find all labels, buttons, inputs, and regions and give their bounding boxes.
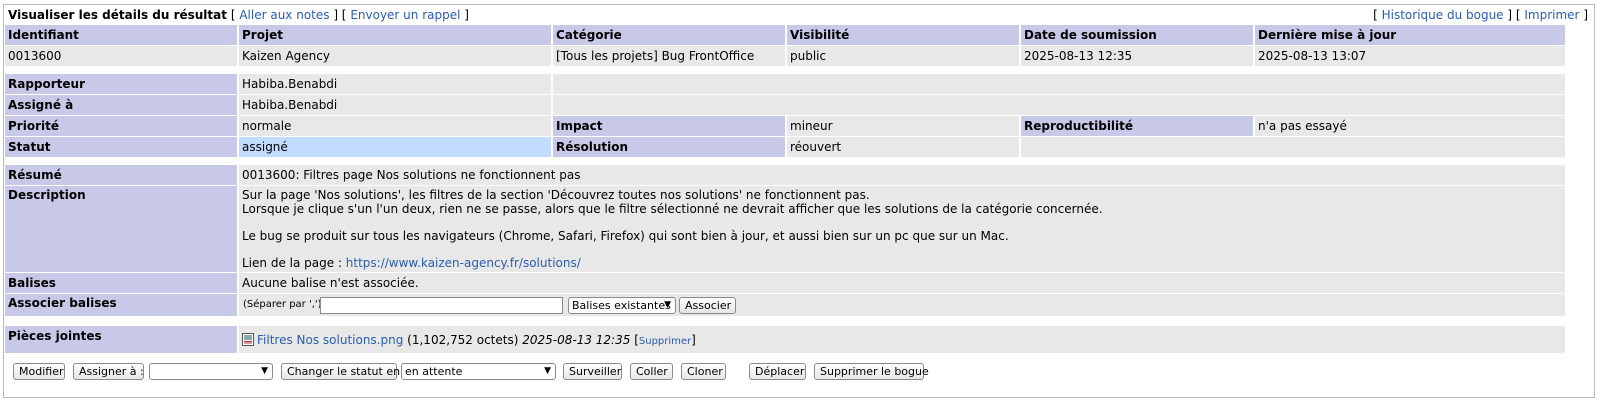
attachment-item: Filtres Nos solutions.png (1,102,752 oct… [239, 326, 1565, 353]
reproducibility-label: Reproductibilité [1021, 116, 1253, 136]
attachment-link[interactable]: Filtres Nos solutions.png [257, 333, 403, 347]
chevron-down-icon: ▼ [261, 366, 268, 376]
stick-button[interactable]: Coller [630, 363, 673, 380]
summary-label: Résumé [5, 165, 237, 185]
col-header-updated: Dernière mise à jour [1255, 25, 1565, 45]
priority-value: normale [239, 116, 551, 136]
page-title: Visualiser les détails du résultat [8, 8, 227, 22]
attachment-size: (1,102,752 octets) [407, 333, 519, 347]
attachment-date: 2025-08-13 12:35 [522, 333, 631, 347]
tags-value: Aucune balise n'est associée. [239, 273, 1565, 293]
assigned-label: Assigné à [5, 95, 237, 115]
chevron-down-icon: ▼ [544, 366, 551, 376]
link-prefix: Lien de la page : [242, 255, 346, 270]
reporter-label: Rapporteur [5, 74, 237, 94]
col-header-visibility: Visibilité [787, 25, 1019, 45]
status-select[interactable]: en attente ▼ [401, 363, 556, 380]
tags-label: Balises [5, 273, 237, 293]
summary-values-row: 0013600 Kaizen Agency [Tous les projets]… [5, 46, 1595, 66]
edit-button[interactable]: Modifier [13, 363, 65, 380]
status-filler [1021, 137, 1565, 157]
chevron-down-icon: ▼ [664, 300, 671, 310]
description-row: Description Sur la page 'Nos solutions',… [5, 186, 1595, 272]
print-link[interactable]: Imprimer [1524, 8, 1579, 22]
separator-hint: (Séparer par ',') [243, 299, 322, 310]
summary-row: Résumé 0013600: Filtres page Nos solutio… [5, 165, 1595, 185]
description-line: Lorsque je clique s'un l'un deux, rien n… [242, 201, 1103, 216]
description-line: Le bug se produit sur tous les navigateu… [242, 228, 1009, 243]
assigned-row: Assigné à Habiba.Benabdi [5, 95, 1595, 115]
attachments-label: Pièces jointes [5, 326, 237, 353]
description-link-line: Lien de la page : https://www.kaizen-age… [242, 255, 1565, 271]
issue-visibility: public [787, 46, 1019, 66]
associate-tags-row: Associer balises (Séparer par ',') Balis… [5, 294, 1595, 316]
associate-tags-area: (Séparer par ',') Balises existantes ▼ As… [239, 294, 1565, 316]
delete-bug-button[interactable]: Supprimer le bogue [814, 363, 929, 380]
reporter-filler [553, 74, 1565, 94]
existing-tags-select[interactable]: Balises existantes ▼ [568, 297, 676, 314]
resolution-label: Résolution [553, 137, 785, 157]
associate-button[interactable]: Associer [679, 297, 736, 314]
tag-input[interactable] [320, 297, 563, 314]
assign-to-button[interactable]: Assigner à : [73, 363, 144, 380]
delete-attachment-link[interactable]: Supprimer [639, 336, 691, 347]
summary-value: 0013600: Filtres page Nos solutions ne f… [239, 165, 1565, 185]
status-label: Statut [5, 137, 237, 157]
issue-category: [Tous les projets] Bug FrontOffice [553, 46, 785, 66]
status-row: Statut assigné Résolution réouvert [5, 137, 1595, 157]
issue-project: Kaizen Agency [239, 46, 551, 66]
change-status-button[interactable]: Changer le statut en: [281, 363, 404, 380]
issue-id: 0013600 [5, 46, 237, 66]
description-line: Sur la page 'Nos solutions', les filtres… [242, 188, 870, 202]
issue-submitted-date: 2025-08-13 12:35 [1021, 46, 1253, 66]
priority-label: Priorité [5, 116, 237, 136]
go-to-notes-link[interactable]: Aller aux notes [239, 8, 329, 22]
description-label: Description [5, 186, 237, 272]
bug-history-link[interactable]: Historique du bogue [1382, 8, 1504, 22]
tags-row: Balises Aucune balise n'est associée. [5, 273, 1595, 293]
image-file-icon [242, 333, 254, 346]
associate-tags-label: Associer balises [5, 294, 237, 316]
reporter-row: Rapporteur Habiba.Benabdi [5, 74, 1595, 94]
title-right-links: [ Historique du bogue ] [ Imprimer ] [1373, 8, 1588, 22]
page-link[interactable]: https://www.kaizen-agency.fr/solutions/ [346, 256, 581, 270]
reporter-value: Habiba.Benabdi [239, 74, 551, 94]
col-header-id: Identifiant [5, 25, 237, 45]
status-value: assigné [239, 137, 551, 157]
move-button[interactable]: Déplacer [749, 363, 806, 380]
clone-button[interactable]: Cloner [681, 363, 726, 380]
send-reminder-link[interactable]: Envoyer un rappel [350, 8, 460, 22]
monitor-button[interactable]: Surveiller [563, 363, 622, 380]
issue-updated-date: 2025-08-13 13:07 [1255, 46, 1565, 66]
attachments-row: Pièces jointes Filtres Nos solutions.png… [5, 326, 1595, 353]
assign-to-select[interactable]: ▼ [149, 363, 273, 380]
impact-label: Impact [553, 116, 785, 136]
col-header-category: Catégorie [553, 25, 785, 45]
impact-value: mineur [787, 116, 1019, 136]
resolution-value: réouvert [787, 137, 1019, 157]
reproducibility-value: n'a pas essayé [1255, 116, 1565, 136]
assigned-value: Habiba.Benabdi [239, 95, 551, 115]
summary-header-row: Identifiant Projet Catégorie Visibilité … [5, 25, 1595, 45]
description-value: Sur la page 'Nos solutions', les filtres… [239, 186, 1565, 272]
col-header-project: Projet [239, 25, 551, 45]
col-header-submitted: Date de soumission [1021, 25, 1253, 45]
description-line [242, 216, 1565, 230]
priority-row: Priorité normale Impact mineur Reproduct… [5, 116, 1595, 136]
assigned-filler [553, 95, 1565, 115]
title-bar: Visualiser les détails du résultat [ All… [8, 8, 469, 22]
